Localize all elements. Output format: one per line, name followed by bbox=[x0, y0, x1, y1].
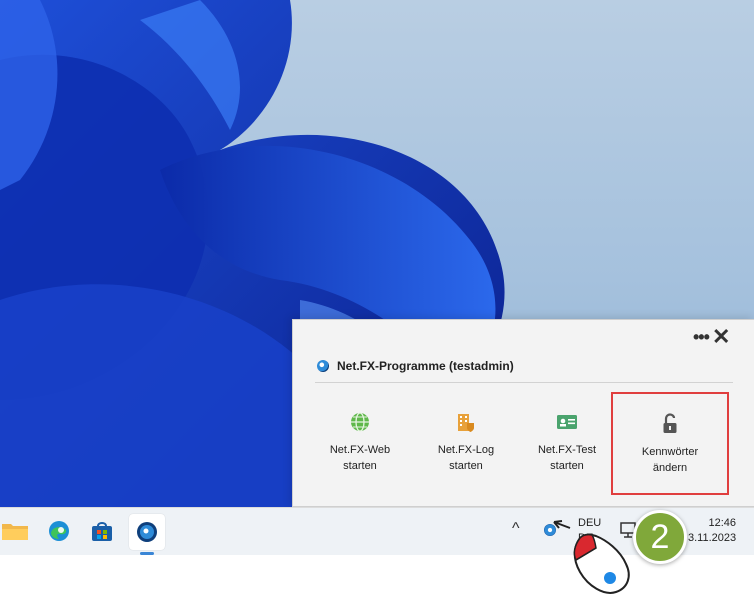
flyout-title: Net.FX-Programme (testadmin) bbox=[337, 359, 514, 373]
log-building-icon bbox=[454, 410, 478, 434]
divider bbox=[315, 382, 733, 383]
tile-label-line1: Net.FX-Web bbox=[329, 444, 391, 456]
netfx-flyout: ••• ✕ Net.FX-Programme (testadmin) Net.F… bbox=[292, 319, 754, 507]
tile-change-passwords[interactable]: Kennwörter ändern bbox=[611, 392, 729, 495]
tile-netfx-test[interactable]: Net.FX-Test starten bbox=[512, 392, 622, 494]
tile-label-line2: starten bbox=[343, 460, 377, 472]
tile-netfx-web[interactable]: Net.FX-Web starten bbox=[305, 392, 415, 494]
mouse-click-icon bbox=[540, 520, 640, 610]
flyout-header: Net.FX-Programme (testadmin) bbox=[317, 356, 514, 376]
globe-icon bbox=[348, 410, 372, 434]
netfx-app-icon bbox=[137, 522, 157, 542]
store-icon[interactable] bbox=[87, 516, 117, 546]
more-options-button[interactable]: ••• bbox=[693, 328, 710, 346]
edge-icon[interactable] bbox=[44, 516, 74, 546]
tile-netfx-log[interactable]: Net.FX-Log starten bbox=[411, 392, 521, 494]
clock[interactable]: 12:46 3.11.2023 bbox=[688, 516, 736, 546]
step-number-badge: 2 bbox=[633, 510, 687, 564]
clock-time: 12:46 bbox=[708, 517, 736, 529]
tile-label-line2: ändern bbox=[652, 462, 688, 474]
file-explorer-icon[interactable] bbox=[0, 516, 30, 546]
tile-label-line1: Kennwörter bbox=[641, 446, 699, 458]
tile-label-line2: starten bbox=[550, 460, 584, 472]
tile-label-line1: Net.FX-Test bbox=[537, 444, 597, 456]
unlock-icon bbox=[658, 412, 682, 436]
tile-label-line1: Net.FX-Log bbox=[437, 444, 495, 456]
close-button[interactable]: ✕ bbox=[712, 326, 730, 348]
netfx-taskbar-app[interactable] bbox=[129, 514, 165, 550]
id-card-icon bbox=[555, 410, 579, 434]
netfx-app-icon bbox=[317, 360, 329, 372]
tile-label-line2: starten bbox=[449, 460, 483, 472]
active-app-indicator bbox=[140, 552, 154, 555]
clock-date: 3.11.2023 bbox=[688, 532, 737, 544]
show-hidden-icons-chevron[interactable]: ^ bbox=[512, 520, 520, 538]
